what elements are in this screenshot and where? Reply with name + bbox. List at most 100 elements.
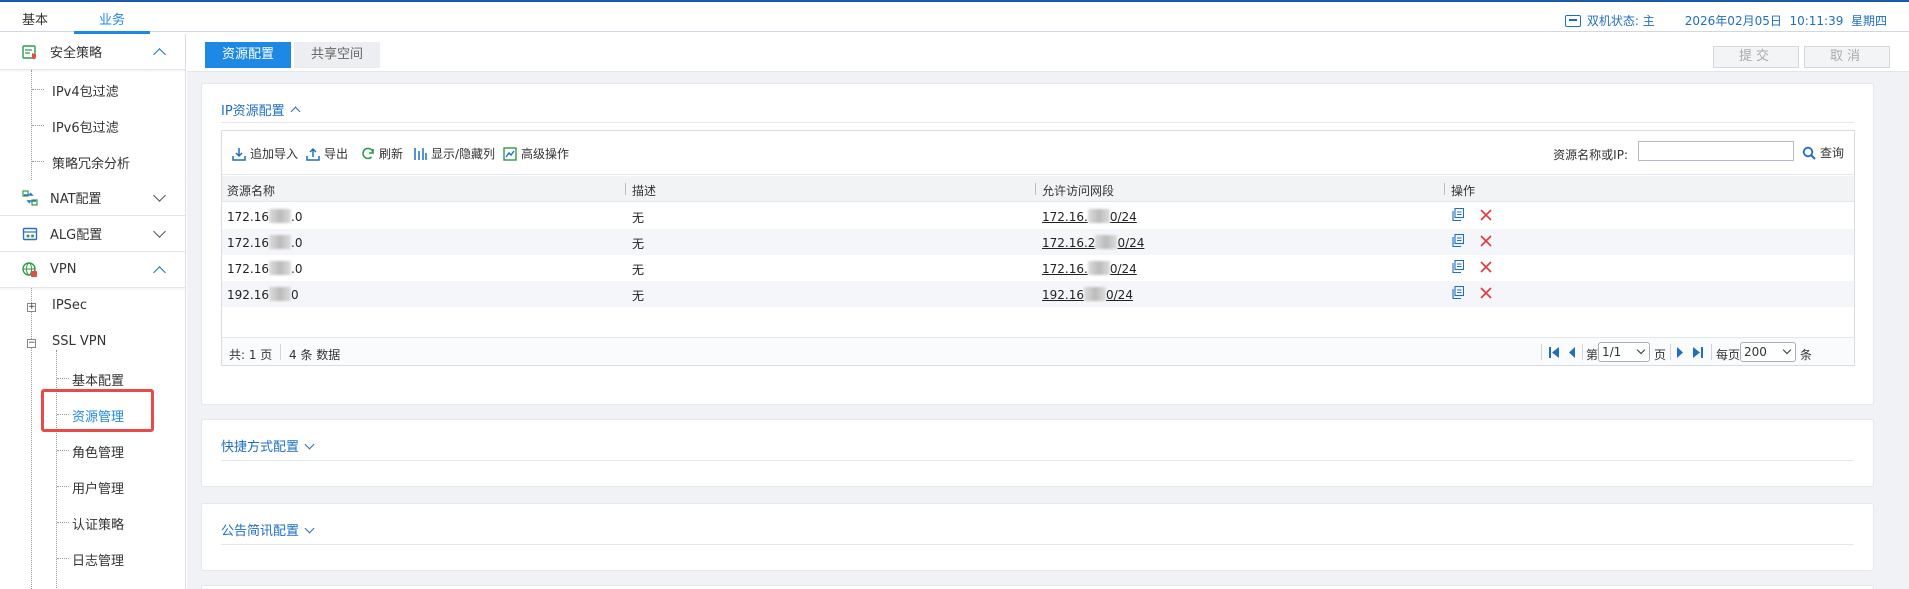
copy-icon[interactable] [1452, 260, 1464, 273]
per-page-prefix: 每页 [1716, 348, 1741, 362]
delete-icon[interactable] [1480, 209, 1492, 221]
content-tab-bar: 资源配置 共享空间 提交 取消 [187, 34, 1909, 72]
prev-page-icon[interactable] [1568, 347, 1576, 358]
sidebar-item-ssl-vpn[interactable]: SSL VPN [52, 334, 106, 349]
description-cell: 无 [632, 211, 645, 225]
page-select[interactable]: 1/1 [1598, 342, 1650, 362]
search-button[interactable]: 查询 [1802, 144, 1844, 161]
system-status: 双机状态: 主 2026年02月05日 10:11:39 星期四 [1564, 12, 1887, 29]
tree-branch [57, 378, 69, 379]
tree-branch [57, 486, 69, 487]
sidebar-section-alg[interactable]: ALG配置 [0, 216, 185, 252]
add-import-label: 追加导入 [250, 147, 299, 161]
last-page-icon[interactable] [1692, 347, 1704, 358]
tree-line [31, 288, 32, 589]
footer-divider [280, 344, 281, 360]
delete-icon[interactable] [1480, 261, 1492, 273]
toggle-columns-button[interactable]: 显示/隐藏列 [413, 145, 495, 162]
search-icon [1802, 146, 1816, 160]
per-page-suffix: 条 [1800, 348, 1813, 362]
network-link[interactable]: 172.16.2 0/24 [1042, 235, 1144, 250]
sidebar-item-ipsec[interactable]: IPSec [52, 298, 87, 313]
sidebar-section-label: VPN [50, 262, 77, 277]
chevron-down-icon [1636, 345, 1646, 355]
notice-panel-header[interactable]: 公告简讯配置 [221, 520, 315, 539]
refresh-label: 刷新 [379, 147, 404, 161]
copy-icon[interactable] [1452, 208, 1464, 221]
ip-resource-panel-header[interactable]: IP资源配置 [221, 100, 301, 119]
sidebar-item-basic-config[interactable]: 基本配置 [72, 370, 124, 389]
alg-icon [22, 227, 38, 240]
expand-plus-icon[interactable]: + [27, 303, 36, 312]
search-button-label: 查询 [1819, 146, 1844, 160]
resource-name-cell: 172.16.0 [227, 261, 303, 276]
collapse-minus-icon[interactable]: − [27, 339, 36, 348]
tree-branch [32, 125, 44, 126]
search-label: 资源名称或IP: [1553, 148, 1628, 162]
copy-icon[interactable] [1452, 286, 1464, 299]
monitor-icon [1564, 14, 1581, 27]
cancel-button[interactable]: 取消 [1804, 46, 1890, 68]
search-input[interactable] [1638, 141, 1794, 161]
first-page-icon[interactable] [1548, 347, 1560, 358]
sidebar-section-label: NAT配置 [50, 192, 102, 207]
expand-caret-icon [304, 439, 315, 449]
delete-icon[interactable] [1480, 287, 1492, 299]
sidebar-item-ipv6-filter[interactable]: IPv6包过滤 [52, 117, 119, 136]
network-link[interactable]: 192.16 0/24 [1042, 287, 1133, 302]
column-separator[interactable] [1444, 183, 1445, 195]
delete-icon[interactable] [1480, 235, 1492, 247]
panel-title: 公告简讯配置 [221, 524, 300, 539]
network-link[interactable]: 172.16. 0/24 [1042, 261, 1137, 276]
advanced-ops-button[interactable]: 高级操作 [503, 145, 569, 162]
advanced-ops-label: 高级操作 [521, 147, 570, 161]
page-count: 共: 1 页 [229, 348, 273, 362]
table-row[interactable]: 172.16.0 无 172.16.2 0/24 [222, 229, 1854, 255]
tab-resource-config[interactable]: 资源配置 [205, 42, 291, 68]
table-row[interactable]: 192.16 0 无 192.16 0/24 [222, 281, 1854, 307]
chevron-down-icon [153, 225, 166, 238]
sidebar-item-policy-redundancy[interactable]: 策略冗余分析 [52, 153, 130, 172]
resource-name-cell: 172.16.0 [227, 209, 303, 224]
export-button[interactable]: 导出 [306, 145, 348, 162]
page-select-value: 1/1 [1602, 345, 1622, 359]
vpn-globe-icon [22, 261, 37, 277]
network-link[interactable]: 172.16. 0/24 [1042, 209, 1137, 224]
shortcut-panel-header[interactable]: 快捷方式配置 [221, 436, 315, 455]
column-header-name[interactable]: 资源名称 [227, 182, 275, 199]
column-header-desc[interactable]: 描述 [632, 182, 656, 199]
column-header-network[interactable]: 允许访问网段 [1042, 182, 1114, 199]
sidebar-item-auth-policy[interactable]: 认证策略 [72, 514, 124, 533]
sidebar-section-vpn[interactable]: VPN [0, 252, 185, 288]
tab-shared-space[interactable]: 共享空间 [294, 42, 380, 68]
sidebar: 安全策略 IPv4包过滤 IPv6包过滤 策略冗余分析 NAT配置 ALG配置 [0, 34, 186, 589]
sidebar-section-nat[interactable]: NAT配置 [0, 180, 185, 216]
sidebar-section-label: ALG配置 [50, 228, 103, 243]
ip-resource-panel: IP资源配置 追加导入 导出 刷新 显示/隐藏列 高级操作 资源名称或IP: 查… [201, 83, 1874, 405]
next-page-icon[interactable] [1676, 347, 1684, 358]
top-bar: 基本 业务 双机状态: 主 2026年02月05日 10:11:39 星期四 [0, 0, 1909, 34]
sidebar-item-user-management[interactable]: 用户管理 [72, 478, 124, 497]
table-row[interactable]: 172.16.0 无 172.16. 0/24 [222, 203, 1854, 229]
submit-button[interactable]: 提交 [1713, 46, 1799, 68]
per-page-select[interactable]: 200 [1740, 342, 1796, 362]
tab-basic[interactable]: 基本 [22, 9, 48, 28]
sidebar-item-log-management[interactable]: 日志管理 [72, 550, 124, 569]
resource-name-cell: 192.16 0 [227, 287, 299, 302]
expand-caret-icon [304, 523, 315, 533]
main-content: 资源配置 共享空间 提交 取消 IP资源配置 追加导入 导出 刷新 显示/隐藏列… [187, 34, 1909, 589]
sidebar-item-role-management[interactable]: 角色管理 [72, 442, 124, 461]
sidebar-item-ipv4-filter[interactable]: IPv4包过滤 [52, 81, 119, 100]
sidebar-section-security-policy[interactable]: 安全策略 [0, 34, 185, 70]
table-row[interactable]: 172.16.0 无 172.16. 0/24 [222, 255, 1854, 281]
refresh-button[interactable]: 刷新 [361, 145, 403, 162]
add-import-button[interactable]: 追加导入 [232, 145, 298, 162]
footer-divider [1582, 344, 1583, 360]
shortcut-panel: 快捷方式配置 [201, 419, 1874, 487]
toggle-columns-label: 显示/隐藏列 [431, 147, 496, 161]
copy-icon[interactable] [1452, 234, 1464, 247]
column-separator[interactable] [1035, 183, 1036, 195]
tree-line [56, 350, 57, 589]
column-separator[interactable] [625, 183, 626, 195]
tab-business[interactable]: 业务 [99, 9, 125, 28]
